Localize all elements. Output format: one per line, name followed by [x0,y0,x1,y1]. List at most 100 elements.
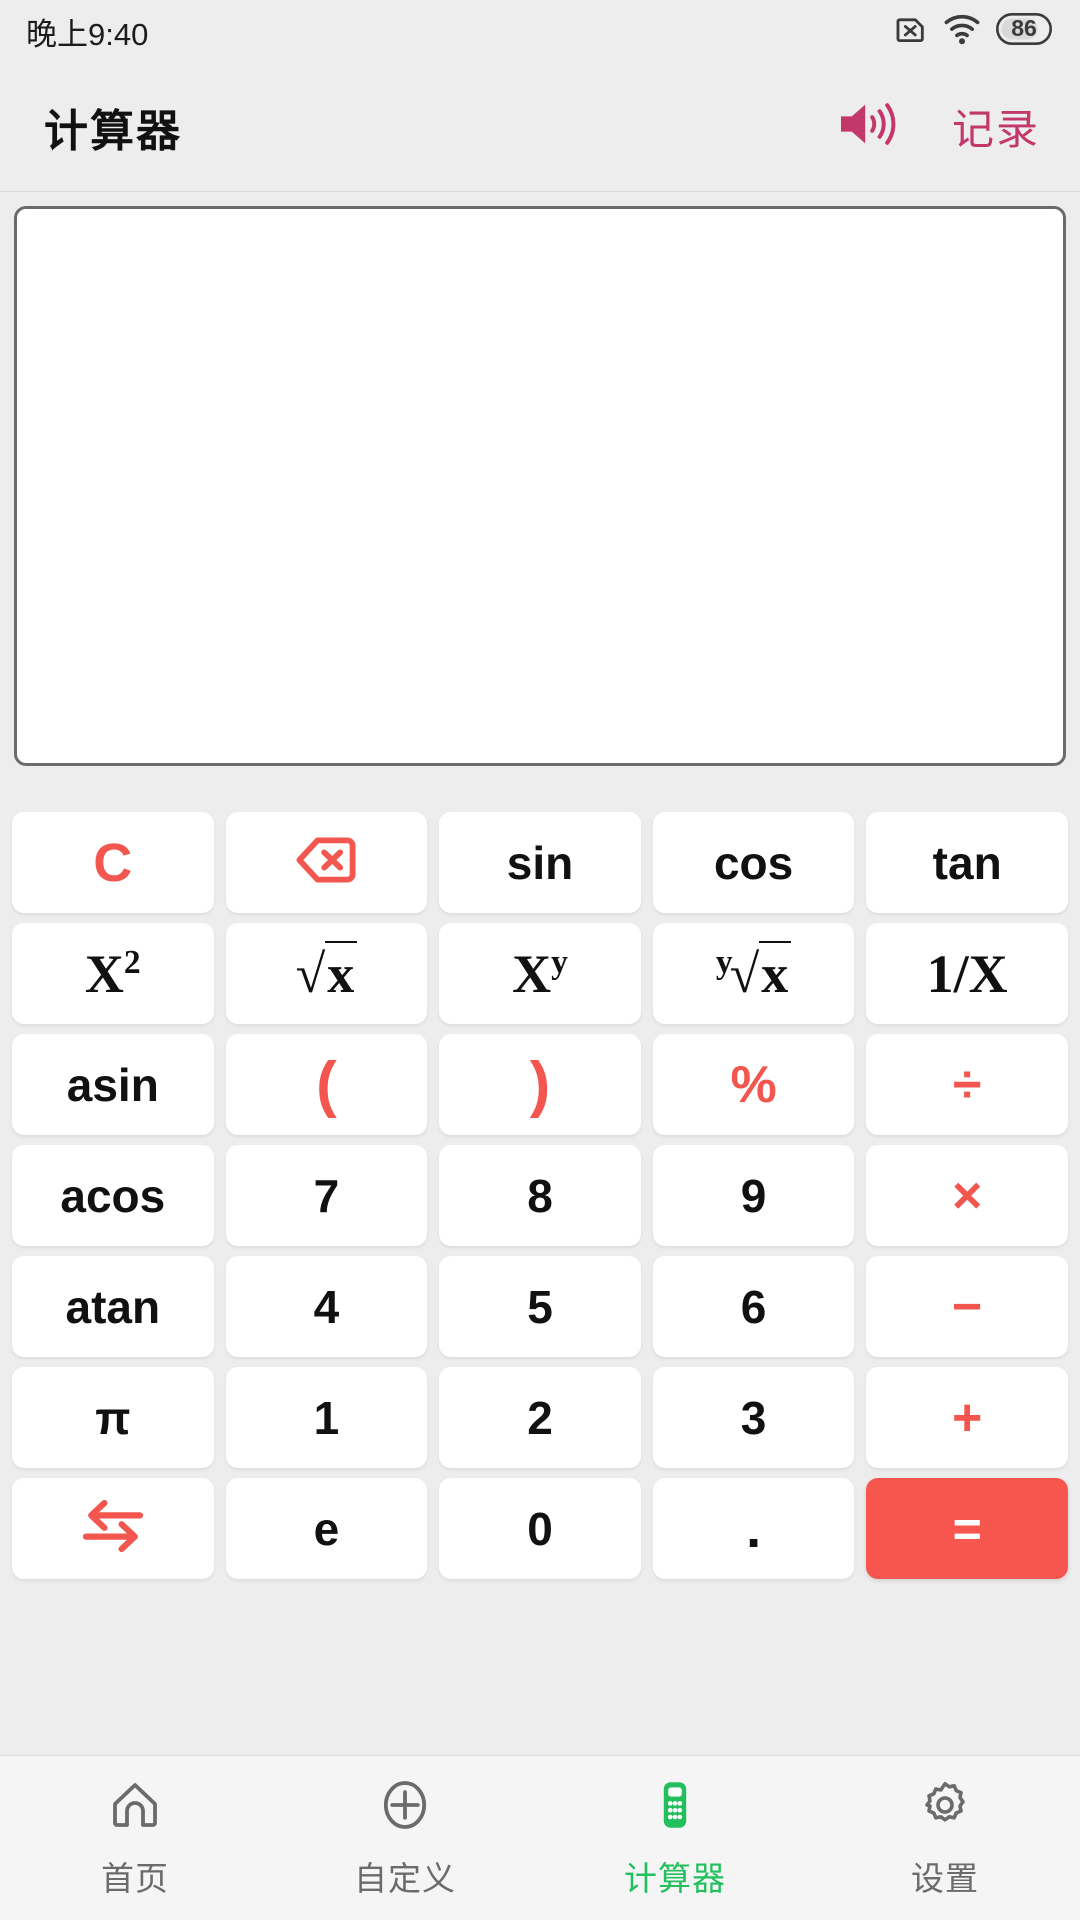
key-reciprocal[interactable]: 1/X [866,923,1068,1024]
key-row: atan 4 5 6 − [12,1256,1068,1357]
key-label-digit-8: 8 [527,1173,553,1219]
backspace-icon [293,834,359,891]
key-asin[interactable]: asin [12,1034,214,1135]
key-digit-2[interactable]: 2 [439,1367,641,1468]
key-row: Csin cos tan [12,812,1068,913]
sim-no-card-icon [894,12,928,51]
sound-toggle-button[interactable] [836,96,902,157]
header-actions: 记录 [836,96,1040,157]
key-label-divide: ÷ [953,1059,982,1111]
key-label-add: + [952,1392,982,1444]
key-digit-1[interactable]: 1 [226,1367,428,1468]
key-digit-5[interactable]: 5 [439,1256,641,1357]
key-label-digit-3: 3 [741,1395,767,1441]
key-decimal-point[interactable]: . [653,1478,855,1579]
key-digit-9[interactable]: 9 [653,1145,855,1246]
key-label-euler-e: e [314,1506,340,1552]
app-header: 计算器 记录 [0,62,1080,192]
key-row: asin ()% ÷ [12,1034,1068,1135]
key-tan[interactable]: tan [866,812,1068,913]
key-digit-6[interactable]: 6 [653,1256,855,1357]
key-swap[interactable] [12,1478,214,1579]
key-label-x-power-y: Xy [512,947,568,1001]
key-label-x-squared: X2 [85,947,141,1001]
gear-icon [917,1777,973,1838]
key-label-sin: sin [507,840,573,886]
key-equals[interactable]: = [866,1478,1068,1579]
calculator-icon [647,1777,703,1838]
key-row: acos 7 8 9 × [12,1145,1068,1246]
key-atan[interactable]: atan [12,1256,214,1357]
speaker-volume-icon [836,96,902,157]
key-digit-8[interactable]: 8 [439,1145,641,1246]
wifi-icon [944,12,980,51]
key-label-digit-1: 1 [314,1395,340,1441]
key-label-atan: atan [66,1284,161,1330]
key-percent[interactable]: % [653,1034,855,1135]
key-clear[interactable]: C [12,812,214,913]
key-open-paren[interactable]: ( [226,1034,428,1135]
key-label-digit-2: 2 [527,1395,553,1441]
key-label-equals: = [953,1504,982,1554]
nav-label-custom: 自定义 [354,1852,456,1900]
status-bar: 晚上9:40 86 [0,0,1080,62]
home-icon [107,1777,163,1838]
calculator-keypad: Csin cos tan X2 √x Xy y√x 1/X asin ()% ÷ acos 7 8 9 × at… [0,766,1080,1589]
key-row: π 1 2 3 + [12,1367,1068,1468]
key-x-power-y[interactable]: Xy [439,923,641,1024]
key-row: X2 √x Xy y√x 1/X [12,923,1068,1024]
key-digit-3[interactable]: 3 [653,1367,855,1468]
key-digit-4[interactable]: 4 [226,1256,428,1357]
status-time: 晚上9:40 [26,9,148,54]
display-value [17,209,1063,253]
key-backspace[interactable] [226,812,428,913]
calculator-display[interactable] [14,206,1066,766]
key-label-square-root: √x [296,947,358,1001]
key-sin[interactable]: sin [439,812,641,913]
battery-level-text: 86 [996,13,1052,45]
key-cos[interactable]: cos [653,812,855,913]
key-multiply[interactable]: × [866,1145,1068,1246]
key-row: e 0. = [12,1478,1068,1579]
key-label-acos: acos [60,1173,165,1219]
key-label-digit-9: 9 [741,1173,767,1219]
history-button[interactable]: 记录 [952,96,1040,157]
key-label-asin: asin [67,1062,159,1108]
key-label-multiply: × [952,1170,982,1222]
key-label-clear: C [93,836,132,890]
key-label-nth-root: y√x [716,947,791,1001]
key-digit-0[interactable]: 0 [439,1478,641,1579]
key-label-pi: π [95,1395,130,1441]
key-label-decimal-point: . [746,1502,761,1556]
key-square-root[interactable]: √x [226,923,428,1024]
key-x-squared[interactable]: X2 [12,923,214,1024]
swap-arrows-icon [80,1497,146,1560]
nav-label-calculator: 计算器 [624,1852,726,1900]
key-label-percent: % [730,1059,776,1111]
key-label-digit-7: 7 [314,1173,340,1219]
bottom-navigation-bar: 首页 自定义 计算器 [0,1755,1080,1920]
key-close-paren[interactable]: ) [439,1034,641,1135]
plus-circle-icon [377,1777,433,1838]
key-pi[interactable]: π [12,1367,214,1468]
key-euler-e[interactable]: e [226,1478,428,1579]
key-digit-7[interactable]: 7 [226,1145,428,1246]
key-nth-root[interactable]: y√x [653,923,855,1024]
key-add[interactable]: + [866,1367,1068,1468]
nav-item-home[interactable]: 首页 [0,1756,270,1920]
key-subtract[interactable]: − [866,1256,1068,1357]
key-acos[interactable]: acos [12,1145,214,1246]
battery-icon: 86 [996,13,1052,50]
key-label-digit-4: 4 [314,1284,340,1330]
key-divide[interactable]: ÷ [866,1034,1068,1135]
key-label-tan: tan [933,840,1002,886]
nav-item-custom[interactable]: 自定义 [270,1756,540,1920]
nav-item-settings[interactable]: 设置 [810,1756,1080,1920]
display-wrapper [0,192,1080,766]
key-label-reciprocal: 1/X [927,947,1008,1001]
key-label-cos: cos [714,840,793,886]
page-title: 计算器 [44,95,182,159]
key-label-open-paren: ( [316,1054,337,1116]
key-label-digit-6: 6 [741,1284,767,1330]
nav-item-calculator[interactable]: 计算器 [540,1756,810,1920]
